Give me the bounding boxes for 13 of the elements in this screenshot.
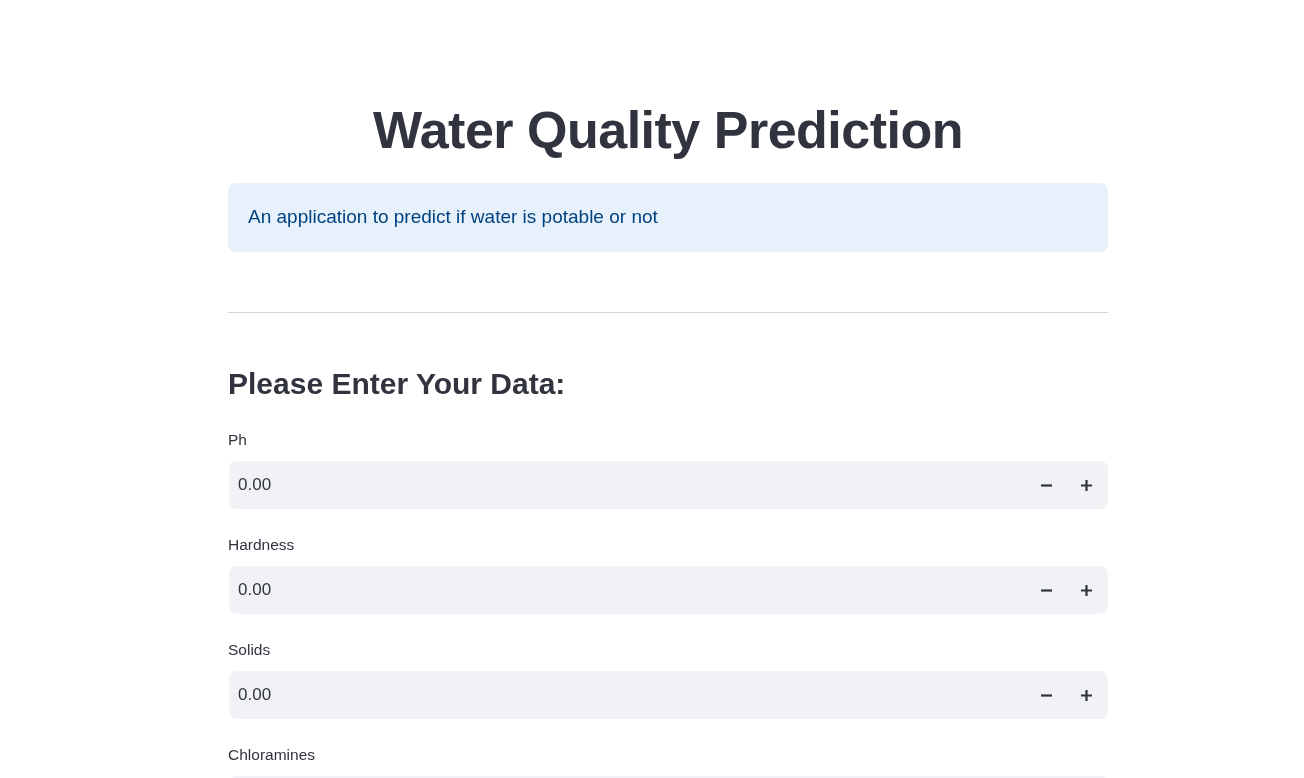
plus-icon	[1080, 479, 1092, 491]
field-label: Chloramines	[228, 746, 315, 764]
section-heading: Please Enter Your Data:	[228, 366, 567, 402]
plus-icon	[1080, 689, 1092, 701]
info-banner: An application to predict if water is potable or not	[228, 183, 1108, 252]
number-input[interactable]: 0.00	[229, 566, 1108, 614]
field-label: Solids	[228, 641, 271, 659]
page-title: Water Quality Prediction	[372, 100, 964, 160]
plus-icon	[1080, 584, 1092, 596]
number-input[interactable]: 0.00	[229, 461, 1108, 509]
number-input[interactable]: 0.00	[229, 671, 1108, 719]
field-label: Hardness	[228, 536, 295, 554]
field-label: Ph	[228, 431, 247, 449]
